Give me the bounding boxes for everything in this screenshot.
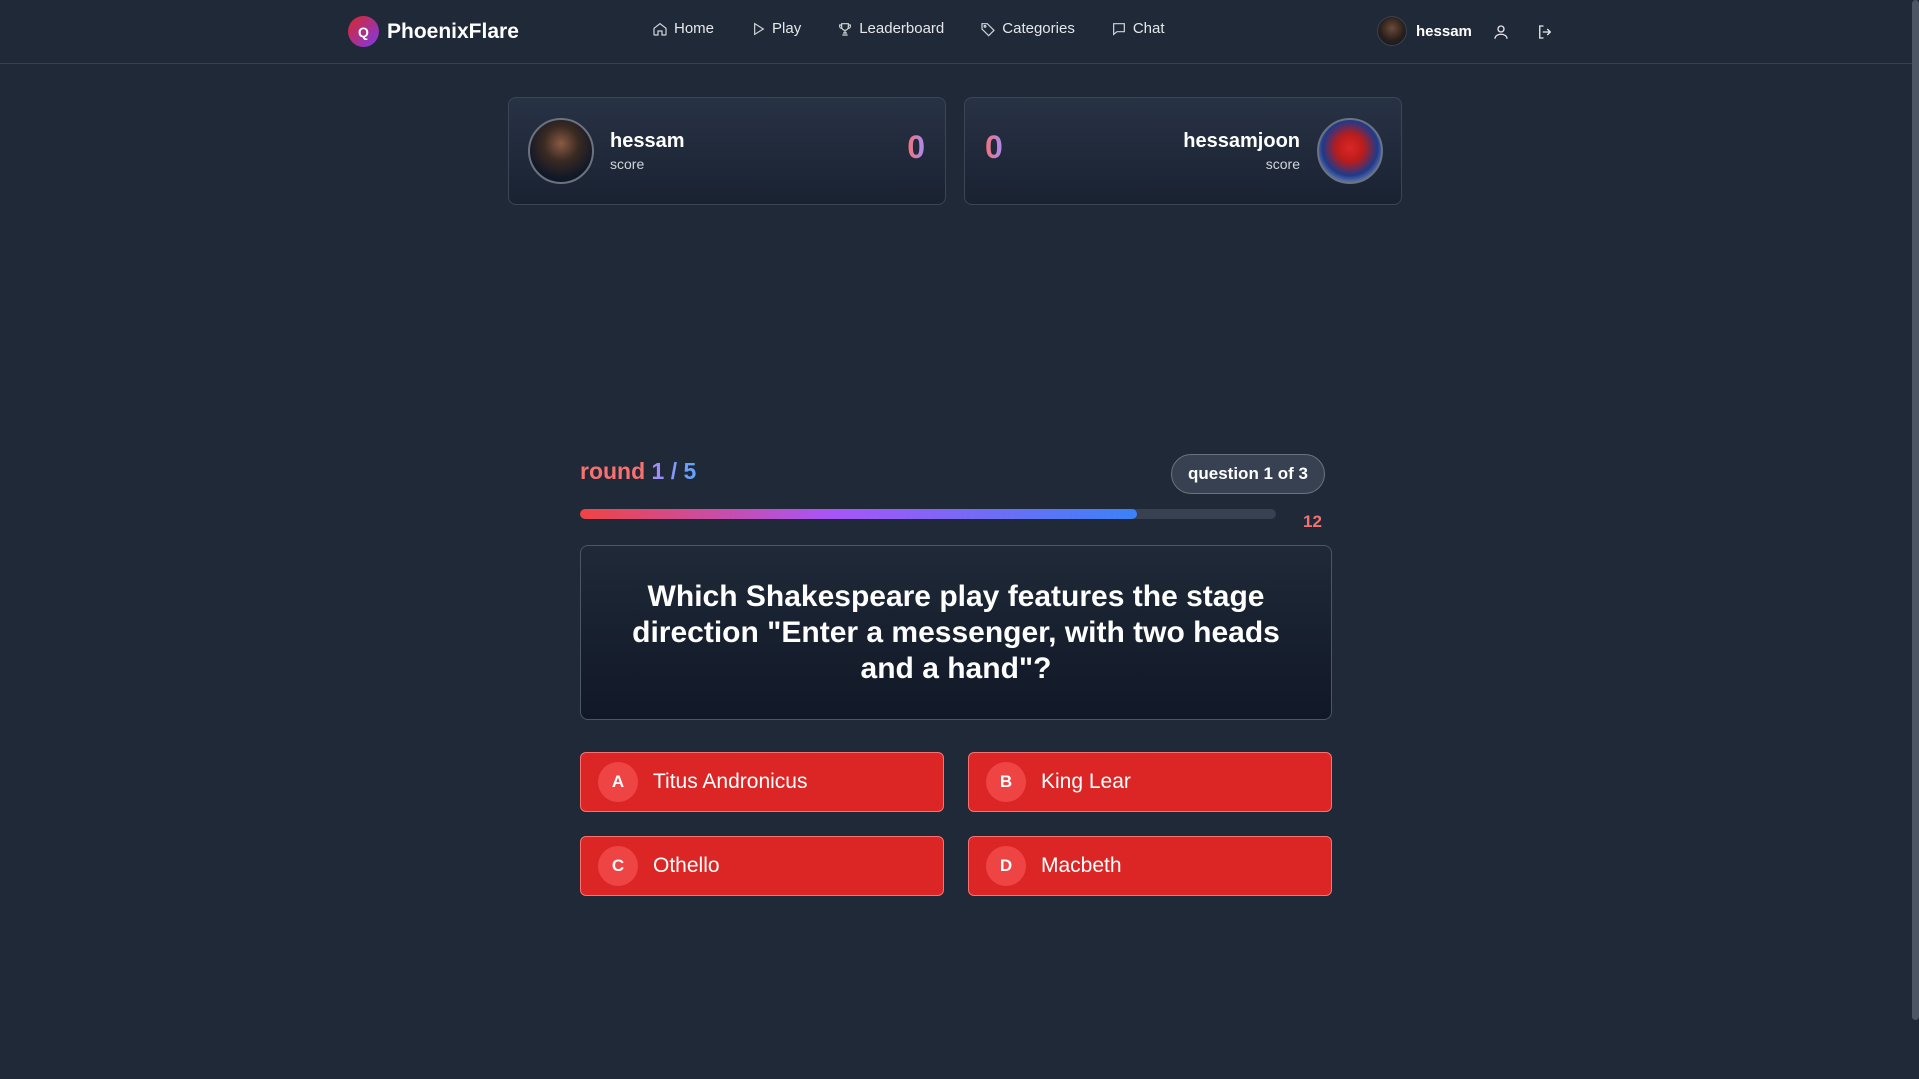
- player-score: 0: [907, 129, 925, 165]
- nav-chat-label: Chat: [1132, 20, 1165, 37]
- opponent-score-label: score: [1265, 156, 1300, 172]
- nav-categories-label: Categories: [1002, 20, 1075, 37]
- main-nav: Home Play Leaderboard Categories Chat: [652, 20, 1165, 37]
- answer-text: King Lear: [1041, 770, 1131, 793]
- timer-progress-fill: [580, 509, 1137, 519]
- question-card: Which Shakespeare play features the stag…: [580, 545, 1332, 720]
- answer-option-b[interactable]: B King Lear: [968, 752, 1332, 812]
- page-scrollbar[interactable]: [1912, 0, 1919, 1020]
- round-indicator: round 1 / 5: [580, 458, 696, 485]
- nav-play[interactable]: Play: [750, 20, 801, 37]
- home-icon: [653, 22, 667, 36]
- answer-option-a[interactable]: A Titus Andronicus: [580, 752, 944, 812]
- answer-option-d[interactable]: D Macbeth: [968, 836, 1332, 896]
- opponent-name: hessamjoon: [1183, 130, 1300, 152]
- nav-leaderboard-label: Leaderboard: [859, 20, 945, 37]
- logout-icon: [1539, 25, 1552, 39]
- player-card-opponent: 0 hessamjoon score: [964, 97, 1402, 205]
- chat-icon: [1112, 22, 1125, 36]
- nav-chat[interactable]: Chat: [1111, 20, 1165, 37]
- brand-logo-icon: Q: [348, 16, 379, 47]
- opponent-avatar: [1317, 118, 1383, 184]
- trophy-icon: [839, 22, 852, 36]
- answer-text: Macbeth: [1041, 854, 1122, 877]
- nav-leaderboard[interactable]: Leaderboard: [837, 20, 944, 37]
- answer-text: Titus Andronicus: [653, 770, 808, 793]
- nav-home-label: Home: [674, 20, 715, 37]
- profile-button[interactable]: [1490, 21, 1512, 43]
- avatar: [1377, 16, 1407, 46]
- timer-progress-bar: [580, 509, 1276, 519]
- round-word: round: [580, 458, 646, 484]
- top-navbar: Q PhoenixFlare Home Play Leaderboard Cat…: [0, 0, 1912, 64]
- answer-letter-badge: D: [986, 846, 1026, 886]
- nav-play-label: Play: [772, 20, 802, 37]
- user-icon: [1494, 25, 1508, 39]
- answer-letter-badge: B: [986, 762, 1026, 802]
- player-name: hessam: [610, 130, 685, 152]
- answer-letter-badge: A: [598, 762, 638, 802]
- answer-option-c[interactable]: C Othello: [580, 836, 944, 896]
- username: hessam: [1416, 22, 1472, 40]
- nav-home[interactable]: Home: [652, 20, 714, 37]
- player-avatar: [528, 118, 594, 184]
- opponent-score: 0: [985, 129, 1003, 165]
- brand-logo-link[interactable]: Q PhoenixFlare: [348, 16, 519, 47]
- answer-text: Othello: [653, 854, 720, 877]
- tag-icon: [981, 22, 996, 37]
- question-text: Which Shakespeare play features the stag…: [632, 579, 1280, 685]
- round-number: 1 / 5: [651, 458, 697, 484]
- question-counter-badge: question 1 of 3: [1171, 454, 1325, 494]
- logout-button[interactable]: [1534, 21, 1556, 43]
- player-card-self: hessam score 0: [508, 97, 946, 205]
- play-icon: [754, 22, 765, 35]
- user-menu[interactable]: hessam: [1377, 16, 1472, 46]
- brand-name: PhoenixFlare: [387, 19, 519, 43]
- player-score-label: score: [610, 156, 645, 172]
- answer-letter-badge: C: [598, 846, 638, 886]
- nav-categories[interactable]: Categories: [980, 20, 1075, 37]
- timer-seconds: 12: [1303, 512, 1322, 531]
